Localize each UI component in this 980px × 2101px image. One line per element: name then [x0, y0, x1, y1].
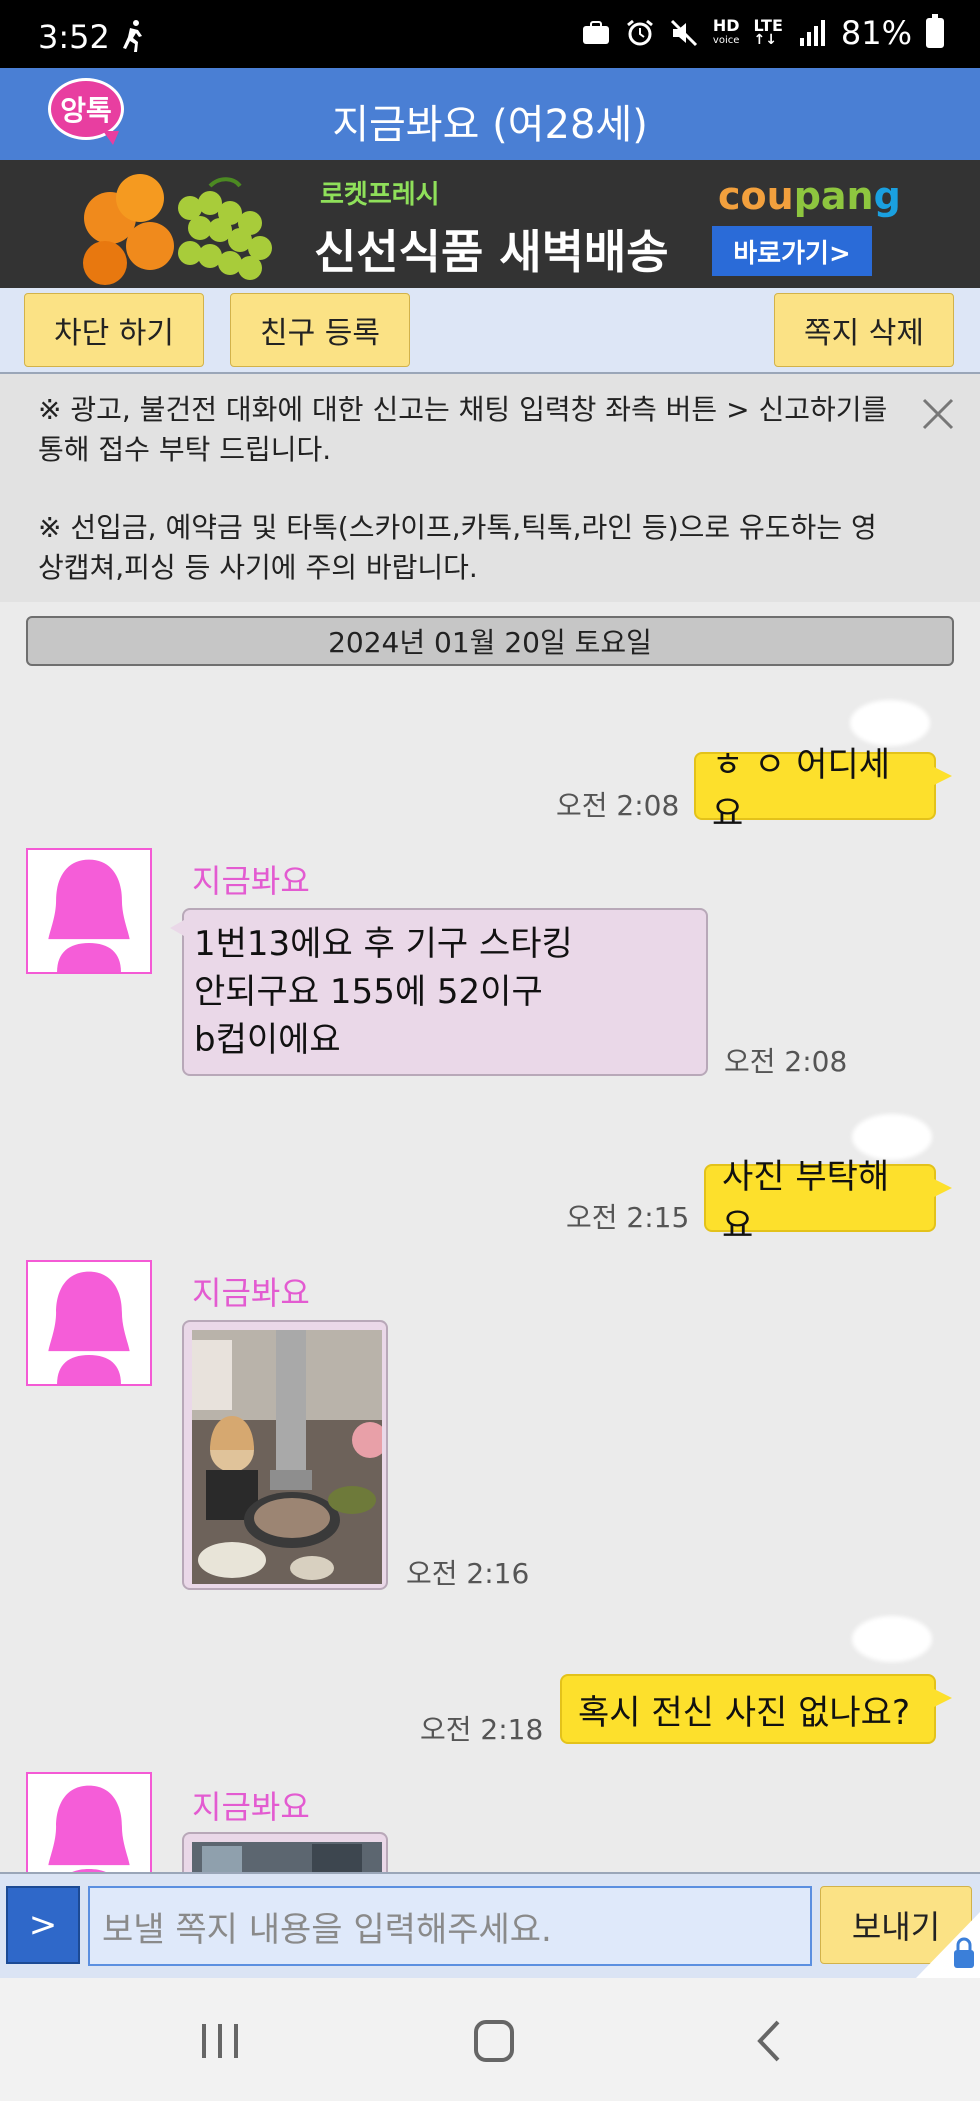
brand-part3: g: [873, 174, 901, 218]
sender-name: 지금봐요: [192, 862, 310, 900]
female-avatar-icon: [48, 1785, 130, 1872]
message-line: b컵이에요: [194, 1020, 341, 1060]
avatar[interactable]: [26, 848, 152, 974]
lock-icon[interactable]: [916, 1912, 980, 1978]
avatar[interactable]: [26, 1260, 152, 1386]
close-icon[interactable]: [916, 392, 960, 436]
message-input[interactable]: 보낼 쪽지 내용을 입력해주세요.: [88, 1886, 812, 1966]
message-time: 오전 2:08: [724, 1045, 848, 1078]
add-friend-button[interactable]: 친구 등록: [230, 293, 410, 367]
ad-banner[interactable]: 로켓프레시 신선식품 새벽배송 coupang 바로가기>: [0, 160, 980, 288]
female-avatar-icon: [48, 1271, 130, 1384]
date-separator: 2024년 01월 20일 토요일: [26, 616, 954, 666]
sent-message-bubble[interactable]: 혹시 전신 사진 없나요?: [560, 1674, 952, 1744]
back-icon[interactable]: [740, 2016, 800, 2066]
alarm-icon: [626, 19, 653, 46]
brand-part2: pan: [793, 174, 874, 218]
blurred-read-marker: [852, 1616, 932, 1662]
battery-percent: 81%: [840, 14, 912, 52]
restaurant-photo: [192, 1330, 386, 1584]
message-line: 1번13에요 후 기구 스타킹: [194, 924, 573, 964]
lte-indicator: LTE ↑↓: [753, 16, 783, 48]
fruit-image: [83, 174, 272, 285]
status-bar: 3:52 HD voice LTE ↑↓ 81%: [0, 0, 980, 68]
home-icon[interactable]: [464, 2016, 524, 2066]
input-bar: > 보낼 쪽지 내용을 입력해주세요. 보내기: [0, 1872, 980, 1978]
message-time: 오전 2:08: [556, 789, 680, 822]
chat-title: 지금봐요 (여28세): [332, 102, 648, 148]
lte-label: LTE: [753, 16, 783, 35]
mute-icon: [670, 19, 697, 47]
ad-tag: 로켓프레시: [320, 180, 440, 210]
ad-brand: coupang: [718, 174, 901, 218]
ad-headline: 신선식품 새벽배송: [314, 225, 669, 279]
street-photo: [192, 1842, 382, 1872]
hd-voice-indicator: HD voice: [713, 18, 740, 48]
ad-go-button[interactable]: 바로가기>: [712, 226, 872, 276]
hd-label: HD: [712, 16, 740, 35]
recent-apps-icon[interactable]: [190, 2016, 250, 2066]
photo-message[interactable]: [182, 1832, 388, 1872]
brand-part1: cou: [718, 174, 794, 218]
message-line: 안되구요 155에 52이구: [194, 972, 543, 1012]
photo-message[interactable]: [182, 1320, 388, 1590]
briefcase-icon: [582, 21, 609, 44]
system-nav-bar: [0, 1978, 980, 2101]
sender-name: 지금봐요: [192, 1788, 310, 1826]
action-bar: 차단 하기 친구 등록 쪽지 삭제: [0, 288, 980, 374]
status-time: 3:52: [38, 18, 110, 56]
female-avatar-icon: [48, 859, 130, 972]
running-figure-icon: [123, 20, 142, 52]
avatar[interactable]: [26, 1772, 152, 1872]
notice-report: ※ 광고, 불건전 대화에 대한 신고는 채팅 입력창 좌측 버튼 > 신고하기…: [38, 393, 888, 466]
sent-message-bubble[interactable]: ㅎ ㅇ 어디세요: [694, 745, 952, 834]
notice-fraud: ※ 선입금, 예약금 및 타톡(스카이프,카톡,틱톡,라인 등)으로 유도하는 …: [38, 511, 877, 584]
message-time: 오전 2:15: [566, 1201, 690, 1234]
message-time: 오전 2:16: [406, 1557, 530, 1590]
status-icons: HD voice LTE ↑↓ 81%: [581, 14, 944, 52]
sent-message-bubble[interactable]: 사진 부탁해요: [704, 1157, 952, 1246]
notice-panel: ※ 광고, 불건전 대화에 대한 신고는 채팅 입력창 좌측 버튼 > 신고하기…: [0, 374, 980, 602]
received-message-bubble[interactable]: 1번13에요 후 기구 스타킹 안되구요 155에 52이구 b컵이에요: [170, 908, 708, 1076]
block-button[interactable]: 차단 하기: [24, 293, 204, 367]
message-time: 오전 2:18: [420, 1713, 544, 1746]
hd-sub-label: voice: [712, 35, 740, 46]
delete-note-button[interactable]: 쪽지 삭제: [774, 293, 954, 367]
app-header: 앙톡 지금봐요 (여28세): [0, 68, 980, 160]
signal-icon: [799, 20, 825, 46]
battery-icon: [926, 14, 944, 48]
sender-name: 지금봐요: [192, 1274, 310, 1312]
expand-menu-button[interactable]: >: [6, 1886, 80, 1964]
